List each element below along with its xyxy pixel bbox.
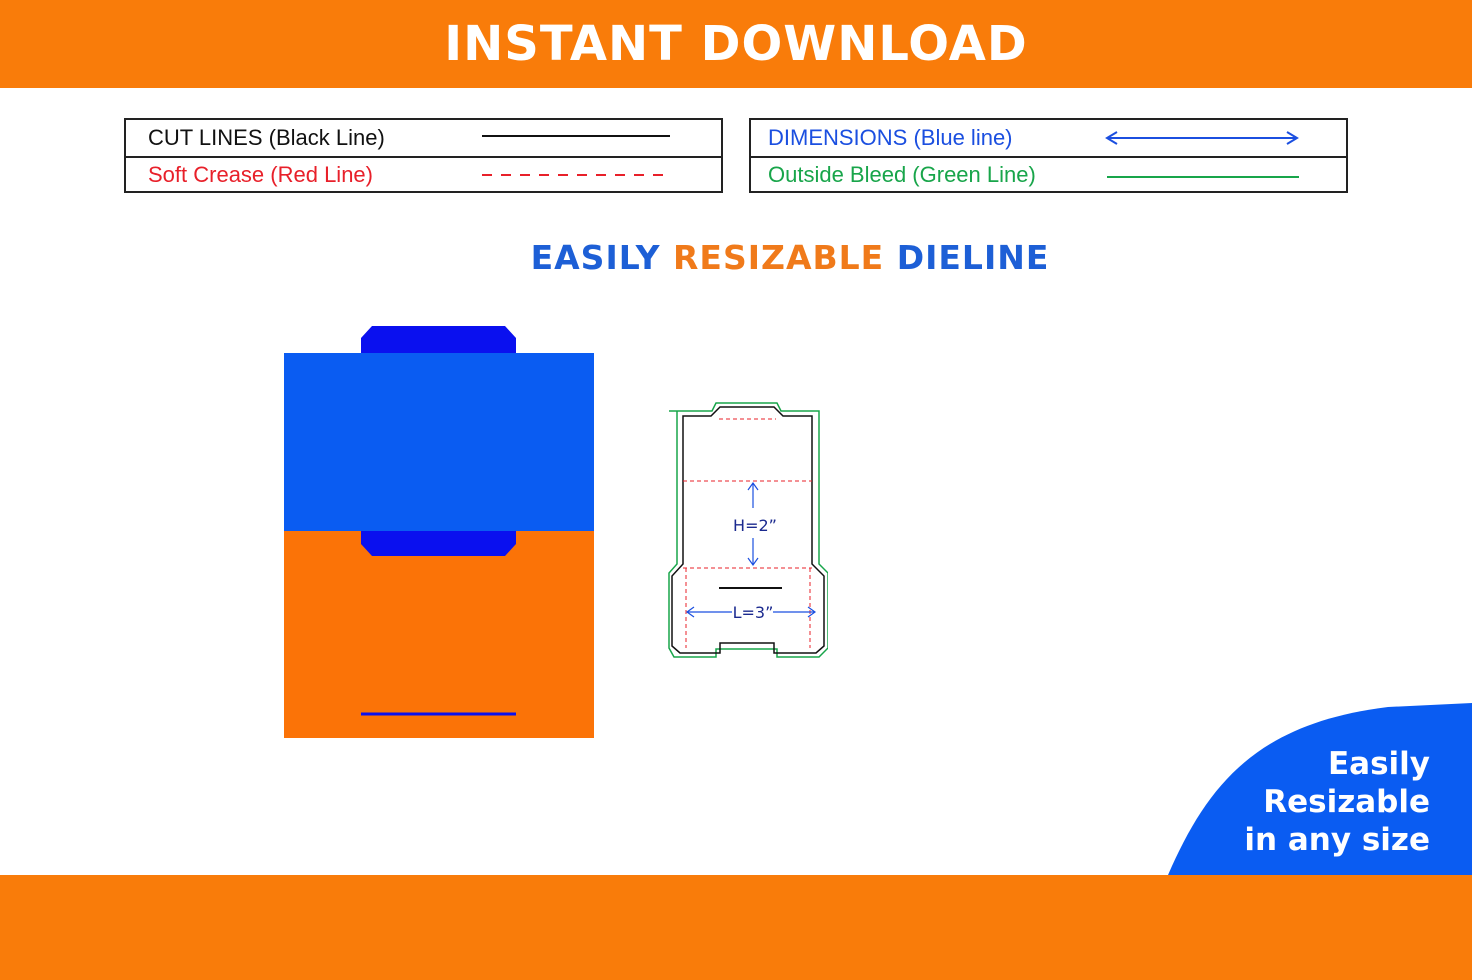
badge-line-1: Easily	[1327, 746, 1430, 782]
heading-part-1: EASILY	[530, 238, 661, 277]
height-label: H=2”	[733, 516, 777, 535]
box-front-tab	[361, 531, 516, 556]
badge-line-3: in any size	[1244, 822, 1430, 858]
banner-title: INSTANT DOWNLOAD	[444, 16, 1028, 72]
badge-line-2: Resizable	[1263, 784, 1430, 820]
outside-bleed-label: Outside Bleed (Green Line)	[768, 162, 1036, 187]
heading-part-2: RESIZABLE	[673, 238, 885, 277]
cut-line-sample	[482, 135, 670, 137]
legend-row-cut: CUT LINES (Black Line)	[126, 120, 721, 158]
soft-crease-label: Soft Crease (Red Line)	[148, 162, 373, 187]
dimension-arrow-sample	[1105, 131, 1299, 145]
heading-part-3: DIELINE	[896, 238, 1050, 277]
box-top-tab	[361, 326, 516, 353]
legend-row-dimensions: DIMENSIONS (Blue line)	[751, 120, 1346, 158]
box-illustration	[284, 326, 594, 738]
box-base-panel	[284, 531, 594, 738]
corner-badge-text: Easily Resizable in any size	[1244, 745, 1430, 859]
box-lid-panel	[284, 353, 594, 531]
dieline-drawing: H=2” L=3”	[668, 402, 828, 658]
cut-lines-label: CUT LINES (Black Line)	[148, 125, 385, 150]
dieline-heading: EASILY RESIZABLE DIELINE	[0, 238, 1472, 277]
bleed-line-sample	[1107, 176, 1299, 178]
length-label: L=3”	[733, 603, 774, 622]
legend-left: CUT LINES (Black Line) Soft Crease (Red …	[124, 118, 723, 193]
legend-row-bleed: Outside Bleed (Green Line)	[751, 157, 1346, 193]
top-banner: INSTANT DOWNLOAD	[0, 0, 1472, 88]
legend-row-crease: Soft Crease (Red Line)	[126, 157, 721, 193]
crease-line-sample	[482, 174, 670, 176]
dimensions-label: DIMENSIONS (Blue line)	[768, 125, 1013, 150]
bottom-bar	[0, 875, 1472, 980]
legend-right: DIMENSIONS (Blue line) Outside Bleed (Gr…	[749, 118, 1348, 193]
